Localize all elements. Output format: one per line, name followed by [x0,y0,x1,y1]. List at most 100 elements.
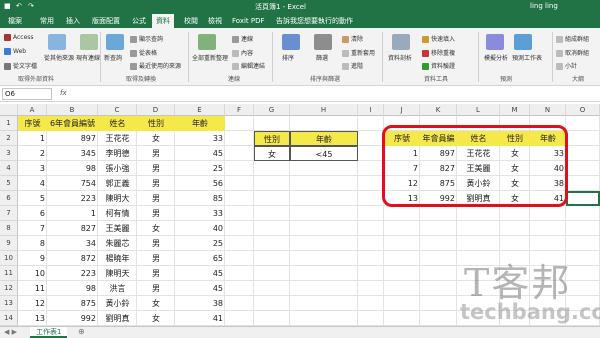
tell-me-search[interactable]: 告訴我您想要執行的動作 [272,14,357,28]
cell[interactable]: 5 [18,191,47,206]
cell[interactable]: 992 [47,311,98,326]
tab-insert[interactable]: 插入 [62,14,84,28]
cell[interactable]: 陳明大 [98,191,137,206]
tab-home[interactable]: 常用 [36,14,58,28]
cell[interactable]: 男 [137,236,175,251]
cell[interactable]: 223 [47,191,98,206]
cell[interactable]: 875 [47,296,98,311]
cell[interactable]: 男 [137,266,175,281]
cell[interactable]: 2 [18,146,47,161]
header-cell[interactable]: 序號 [18,116,47,131]
row-header[interactable]: 6 [0,191,18,206]
cell[interactable]: 男 [137,161,175,176]
remove-duplicates-button[interactable]: 移除重複 [422,48,455,57]
cell[interactable]: 98 [47,161,98,176]
cell[interactable]: 45 [175,281,225,296]
column-header[interactable]: D [137,104,175,116]
cell[interactable]: 345 [47,146,98,161]
connections-button[interactable]: 連線 [232,34,253,43]
refresh-all-button[interactable]: 全部重新整理 [192,53,228,62]
column-header[interactable]: J [384,104,420,116]
cell[interactable]: 34 [47,236,98,251]
row-header[interactable]: 7 [0,206,18,221]
undo-icon[interactable]: ↶ [16,2,24,10]
filter-icon[interactable] [314,34,332,50]
cell[interactable]: 洪言 [98,281,137,296]
cell[interactable]: 33 [175,131,225,146]
name-box[interactable]: O6 [2,88,52,100]
row-header[interactable]: 3 [0,146,18,161]
row-header[interactable]: 2 [0,131,18,146]
column-header[interactable]: E [175,104,225,116]
column-header[interactable]: B [47,104,98,116]
cell[interactable]: 754 [47,176,98,191]
column-header[interactable]: C [98,104,137,116]
ungroup-button[interactable]: 取消群組 [556,48,589,57]
column-header[interactable]: O [566,104,600,116]
cell[interactable]: 45 [175,266,225,281]
reapply-button[interactable]: 重新套用 [342,48,375,57]
row-header[interactable]: 14 [0,311,18,326]
row-header[interactable]: 10 [0,251,18,266]
sort-az-icon[interactable] [282,34,300,50]
cell[interactable]: 98 [47,281,98,296]
filter-button[interactable]: 篩選 [316,53,328,62]
criteria-header-cell[interactable]: 年齡 [290,131,358,146]
cell[interactable]: 85 [175,191,225,206]
cell[interactable]: 45 [175,146,225,161]
cell[interactable]: 王美麗 [98,221,137,236]
sort-button[interactable]: 排序 [282,53,294,62]
cell[interactable]: 41 [175,311,225,326]
tab-data[interactable]: 資料 [152,14,174,28]
cell[interactable]: 女 [137,221,175,236]
row-header[interactable]: 11 [0,266,18,281]
fx-icon[interactable]: fx [60,89,67,97]
row-header[interactable]: 4 [0,161,18,176]
cell[interactable]: 男 [137,176,175,191]
cell[interactable]: 4 [18,176,47,191]
cell[interactable]: 11 [18,281,47,296]
cell[interactable]: 827 [47,221,98,236]
column-header[interactable]: I [358,104,384,116]
cell[interactable]: 65 [175,251,225,266]
header-cell[interactable]: 性別 [137,116,175,131]
text-to-columns-icon[interactable] [392,34,410,50]
save-icon[interactable]: ■ [4,2,12,10]
group-button[interactable]: 組成群組 [556,34,589,43]
redo-icon[interactable]: ↷ [28,2,36,10]
row-header[interactable]: 13 [0,296,18,311]
edit-links-button[interactable]: 編輯連結 [232,61,265,70]
show-queries-button[interactable]: 顯示查詢 [130,34,163,43]
cell[interactable]: 13 [18,311,47,326]
cell[interactable]: 9 [18,251,47,266]
tab-review[interactable]: 校閱 [180,14,202,28]
cell[interactable]: 柯有情 [98,206,137,221]
from-table-button[interactable]: 從表格 [130,48,157,57]
from-text-button[interactable]: 從文字檔 [4,61,37,70]
cell[interactable]: 女 [137,131,175,146]
what-if-icon[interactable] [486,34,504,50]
cell[interactable]: 10 [18,266,47,281]
cell[interactable]: 男 [137,251,175,266]
column-header[interactable]: F [225,104,254,116]
cell[interactable]: 33 [175,206,225,221]
what-if-button[interactable]: 模擬分析 [484,53,508,62]
column-header[interactable]: K [420,104,457,116]
cell[interactable]: 張小強 [98,161,137,176]
cell[interactable]: 223 [47,266,98,281]
column-header[interactable]: L [457,104,500,116]
new-query-button[interactable]: 新查詢 [104,53,122,62]
cell[interactable]: 872 [47,251,98,266]
from-access-button[interactable]: Access [4,34,34,41]
column-header[interactable]: A [18,104,47,116]
cell[interactable]: 郭正義 [98,176,137,191]
cell[interactable]: 8 [18,236,47,251]
forecast-sheet-icon[interactable] [514,34,532,50]
cell[interactable]: 1 [18,131,47,146]
row-header[interactable]: 8 [0,221,18,236]
flash-fill-button[interactable]: 快速填入 [422,34,455,43]
column-header[interactable]: N [530,104,566,116]
cell[interactable]: 李明德 [98,146,137,161]
cell[interactable]: 男 [137,281,175,296]
refresh-all-icon[interactable] [198,34,216,50]
